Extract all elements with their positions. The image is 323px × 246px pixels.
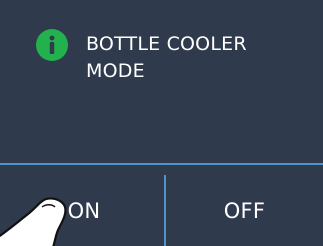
off-button[interactable]: OFF bbox=[166, 165, 323, 246]
on-button-label: ON bbox=[67, 198, 101, 223]
info-icon bbox=[36, 29, 68, 61]
bottle-cooler-mode-dialog: BOTTLE COOLER MODE ON OFF bbox=[0, 0, 323, 246]
off-button-label: OFF bbox=[223, 198, 266, 223]
dialog-title: BOTTLE COOLER MODE bbox=[86, 33, 247, 82]
button-row: ON OFF bbox=[0, 165, 323, 246]
dialog-header: BOTTLE COOLER MODE bbox=[0, 0, 323, 163]
on-button[interactable]: ON bbox=[0, 165, 164, 246]
